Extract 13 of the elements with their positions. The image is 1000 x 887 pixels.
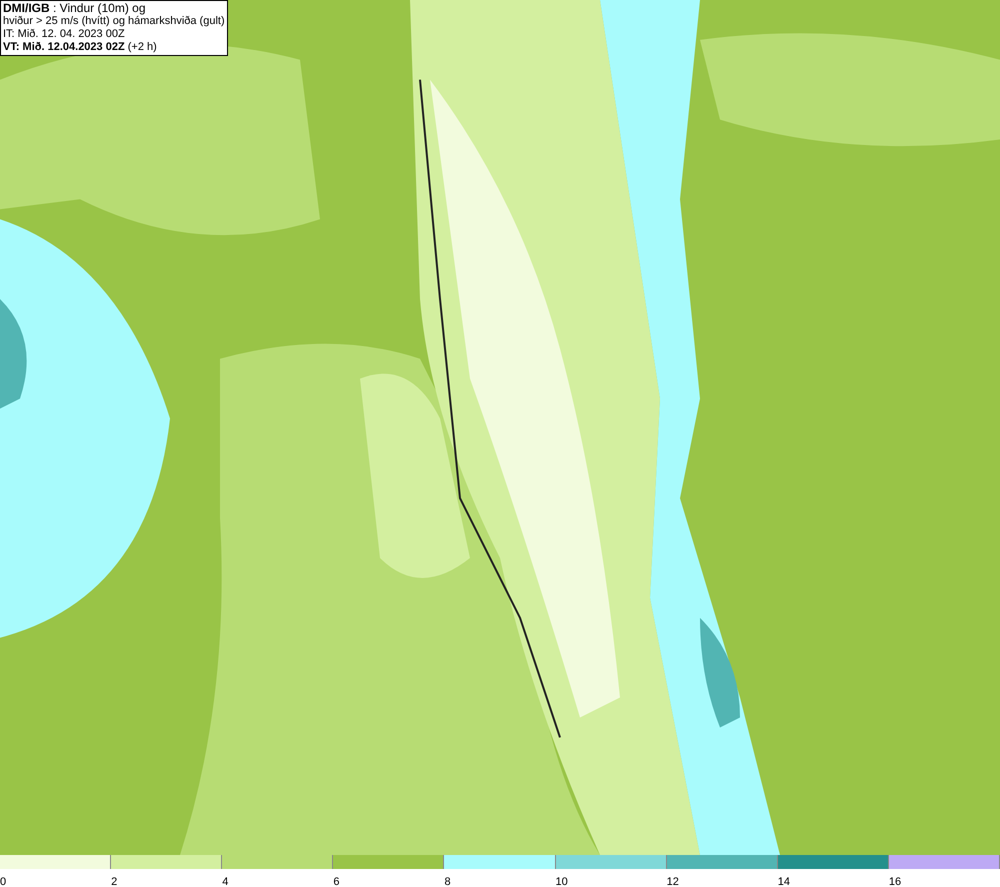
legend-label: 12 [666, 875, 679, 887]
legend-label: 4 [222, 875, 228, 887]
legend-label: 6 [333, 875, 340, 887]
title-line: DMI/IGB : Vindur (10m) og [3, 2, 146, 15]
title-line: hviður > 25 m/s (hvítt) og hámarkshviða (gult) [3, 15, 225, 28]
legend-label: 14 [778, 875, 790, 887]
legend-label: 10 [556, 875, 568, 887]
legend-label: 2 [111, 875, 118, 887]
legend-label: 8 [444, 875, 451, 887]
legend-label: 0 [0, 875, 6, 887]
title-line: IT: Mið. 12. 04. 2023 00Z [3, 28, 126, 41]
legend-label: 16 [888, 875, 902, 887]
title-line: VT: Mið. 12.04.2023 02Z (+2 h) [3, 41, 158, 54]
